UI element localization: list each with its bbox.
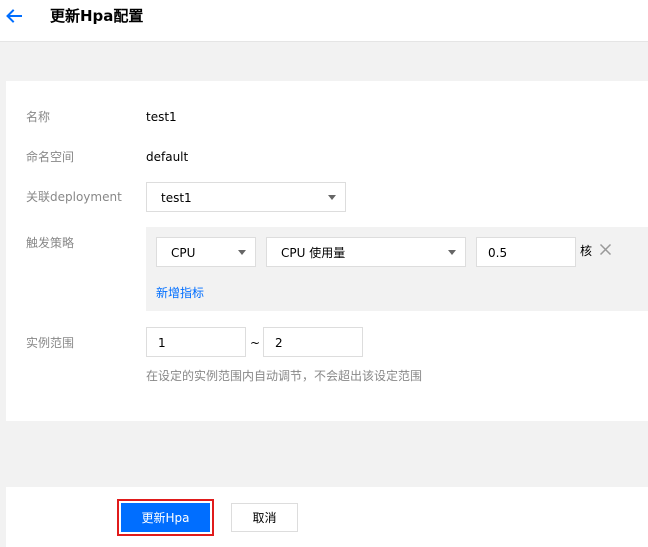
min-instances-input[interactable]: 1: [146, 327, 246, 357]
unit-label: 核: [580, 244, 593, 258]
metric-select[interactable]: CPU 使用量: [266, 237, 466, 267]
update-hpa-button-label: 更新Hpa: [121, 503, 210, 532]
max-instances-input[interactable]: 2: [263, 327, 363, 357]
chevron-down-icon: [448, 250, 456, 255]
metric-select-value: CPU 使用量: [281, 246, 346, 260]
update-hpa-button[interactable]: 更新Hpa: [117, 499, 214, 536]
name-value: test1: [146, 110, 177, 124]
form-card: 名称 test1 命名空间 default 关联deployment test1…: [6, 81, 648, 421]
trigger-label: 触发策略: [26, 236, 75, 250]
min-instances-value: 1: [158, 336, 166, 350]
name-label: 名称: [26, 110, 51, 124]
form-footer: 更新Hpa 取消: [6, 487, 648, 547]
chevron-down-icon: [328, 195, 336, 200]
deployment-select[interactable]: test1: [146, 182, 346, 212]
threshold-input-value: 0.5: [488, 246, 508, 260]
range-label: 实例范围: [26, 336, 75, 350]
range-hint: 在设定的实例范围内自动调节，不会超出该设定范围: [146, 369, 423, 383]
resource-select-value: CPU: [171, 246, 196, 260]
threshold-input[interactable]: 0.5: [476, 237, 576, 267]
page-title: 更新Hpa配置: [50, 7, 144, 25]
close-icon[interactable]: [599, 243, 612, 256]
deployment-select-value: test1: [161, 191, 192, 205]
range-separator: ~: [250, 336, 261, 350]
page-header: 更新Hpa配置: [0, 0, 648, 42]
chevron-down-icon: [238, 250, 246, 255]
cancel-button[interactable]: 取消: [231, 503, 298, 532]
resource-select[interactable]: CPU: [156, 237, 256, 267]
namespace-label: 命名空间: [26, 150, 75, 164]
max-instances-value: 2: [275, 336, 283, 350]
add-metric-link[interactable]: 新增指标: [156, 285, 204, 301]
deployment-label: 关联deployment: [26, 190, 122, 204]
trigger-policy-box: CPU CPU 使用量 0.5 核 新增指标: [146, 227, 648, 311]
arrow-left-icon[interactable]: [4, 6, 24, 26]
namespace-value: default: [146, 150, 189, 164]
